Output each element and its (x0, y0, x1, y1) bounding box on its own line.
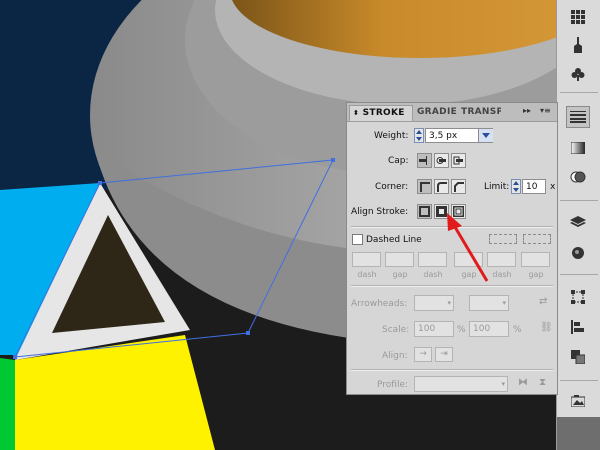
profile-label: Profile: (377, 380, 409, 390)
dock-divider (560, 274, 598, 275)
link-scale-icon[interactable]: ⛓ (540, 322, 553, 333)
anchor-point[interactable] (98, 181, 102, 185)
dash-label: dash (357, 270, 377, 279)
gradient-icon[interactable] (566, 137, 590, 159)
transform-icon[interactable] (566, 286, 590, 308)
dashed-line-checkbox[interactable] (352, 234, 363, 245)
projecting-cap-button[interactable] (451, 153, 466, 168)
gap-label: gap (528, 270, 544, 279)
swap-arrowheads-icon[interactable]: ⇄ (539, 296, 547, 307)
start-scale-field[interactable]: 100 (414, 321, 454, 337)
anchor-point[interactable] (13, 355, 17, 359)
anchor-point[interactable] (246, 331, 250, 335)
panel-divider (351, 369, 553, 371)
round-cap-button[interactable] (434, 153, 449, 168)
start-scale-unit: % (457, 325, 466, 335)
limit-unit: x (550, 182, 556, 192)
dock-divider (560, 380, 598, 381)
green-shape (0, 358, 15, 450)
swatches-grid-icon[interactable] (566, 6, 590, 28)
dash-field[interactable] (418, 252, 447, 267)
align-outside-button[interactable] (451, 204, 466, 219)
align-inside-button[interactable] (434, 204, 449, 219)
weight-spinner[interactable] (414, 128, 424, 143)
tab-transparency[interactable]: TRANSPARENCY (461, 105, 501, 121)
pathfinder-icon[interactable] (566, 346, 590, 368)
panel-divider (351, 285, 553, 287)
cap-label: Cap: (388, 156, 409, 166)
collapse-arrows-icon: ⬍ (353, 109, 360, 117)
transparency-icon[interactable] (566, 166, 590, 188)
gap-label: gap (461, 270, 477, 279)
tab-gradient[interactable]: GRADIENT (417, 105, 457, 121)
double-arrow-icon[interactable]: ▸▸ (523, 106, 531, 115)
end-scale-unit: % (513, 325, 522, 335)
brush-icon[interactable] (566, 34, 590, 56)
start-arrowhead-select[interactable]: ▾ (414, 295, 454, 311)
miter-join-button[interactable] (417, 179, 432, 194)
gap-label: gap (392, 270, 408, 279)
dock-divider (560, 92, 598, 93)
end-arrowhead-select[interactable]: ▾ (469, 295, 509, 311)
dock-divider (560, 200, 598, 201)
anchor-point[interactable] (331, 158, 335, 162)
align-center-button[interactable] (417, 204, 432, 219)
gap-field[interactable] (521, 252, 550, 267)
panel-menu-icon[interactable]: ▾≡ (540, 106, 551, 115)
arrow-tip-beyond-button[interactable]: → (414, 347, 432, 362)
round-join-button[interactable] (434, 179, 449, 194)
align-dashes-icon[interactable] (523, 234, 551, 244)
limit-field[interactable]: 10 (522, 179, 546, 194)
appearance-icon[interactable] (566, 242, 590, 264)
dropdown-arrow-icon: ▾ (502, 299, 506, 307)
butt-cap-button[interactable] (417, 153, 432, 168)
scale-label: Scale: (382, 325, 410, 335)
dash-field[interactable] (487, 252, 516, 267)
arrowheads-label: Arrowheads: (351, 299, 408, 309)
dropdown-arrow-icon: ▾ (501, 380, 505, 388)
align-stroke-label: Align Stroke: (351, 207, 409, 217)
weight-dropdown-icon[interactable] (478, 129, 493, 142)
dash-field[interactable] (352, 252, 381, 267)
bevel-join-button[interactable] (451, 179, 466, 194)
preserve-dashes-icon[interactable] (489, 234, 517, 244)
club-symbol-icon[interactable] (566, 63, 590, 85)
arrow-tip-at-end-button[interactable]: ⇥ (435, 347, 453, 362)
stroke-lines-icon[interactable] (566, 106, 590, 128)
tab-stroke[interactable]: ⬍ STROKE (349, 105, 413, 121)
gap-field[interactable] (385, 252, 414, 267)
gap-field[interactable] (454, 252, 483, 267)
profile-select[interactable]: ▾ (414, 376, 508, 392)
dashed-line-label: Dashed Line (366, 235, 422, 245)
dash-label: dash (423, 270, 443, 279)
limit-label: Limit: (484, 182, 510, 192)
dropdown-arrow-icon: ▾ (447, 299, 451, 307)
panel-tab-bar: ⬍ STROKE GRADIENT TRANSPARENCY ▸▸ ▾≡ (347, 103, 557, 122)
weight-label: Weight: (374, 131, 409, 141)
dash-label: dash (492, 270, 512, 279)
end-scale-field[interactable]: 100 (469, 321, 509, 337)
flip-horizontal-icon[interactable]: ⧓ (518, 377, 528, 388)
stroke-panel: ⬍ STROKE GRADIENT TRANSPARENCY ▸▸ ▾≡ Wei… (346, 102, 558, 395)
layers-icon[interactable] (566, 212, 590, 234)
align-icon[interactable] (566, 316, 590, 338)
align-label: Align: (382, 351, 408, 361)
panel-divider (351, 226, 553, 228)
flip-vertical-icon[interactable]: ⧗ (539, 377, 546, 388)
image-icon[interactable] (566, 390, 590, 412)
corner-label: Corner: (375, 182, 409, 192)
limit-spinner[interactable] (511, 179, 521, 194)
panel-dock (556, 0, 600, 450)
dock-empty-area (557, 417, 600, 450)
